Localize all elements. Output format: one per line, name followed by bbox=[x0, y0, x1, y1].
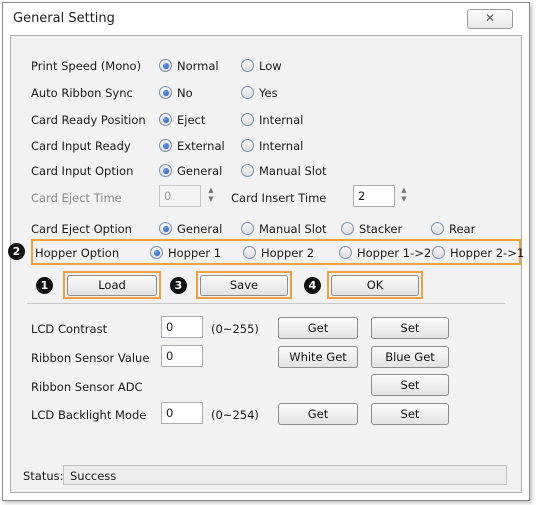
white-get-button[interactable]: White Get bbox=[278, 346, 358, 368]
radio-icon bbox=[243, 246, 256, 259]
ribbon-sensor-value-input[interactable]: 0 bbox=[161, 345, 203, 367]
spin-up-icon: ▲ bbox=[401, 186, 407, 194]
card-eject-time-spinner[interactable]: ▲ ▼ bbox=[204, 186, 218, 206]
card-input-external-radio[interactable]: External bbox=[159, 139, 225, 153]
card-input-ready-label: Card Input Ready bbox=[31, 139, 131, 153]
radio-icon bbox=[241, 139, 254, 152]
ok-button[interactable]: OK bbox=[331, 275, 419, 296]
radio-selected-icon bbox=[150, 246, 163, 259]
lcd-backlight-mode-label: LCD Backlight Mode bbox=[31, 408, 147, 422]
card-input-internal-radio[interactable]: Internal bbox=[241, 139, 303, 153]
card-eject-time-label: Card Eject Time bbox=[31, 191, 122, 205]
ribbon-sensor-adc-label: Ribbon Sensor ADC bbox=[31, 380, 143, 394]
close-button[interactable]: ✕ bbox=[467, 9, 513, 29]
radio-selected-icon bbox=[159, 59, 172, 72]
print-speed-low-radio[interactable]: Low bbox=[241, 59, 282, 73]
auto-ribbon-sync-no-radio[interactable]: No bbox=[159, 86, 193, 100]
print-speed-label: Print Speed (Mono) bbox=[31, 59, 142, 73]
card-eject-manual-slot-radio[interactable]: Manual Slot bbox=[241, 222, 326, 236]
hopper-badge: 2 bbox=[8, 243, 25, 260]
lcd-backlight-get-button[interactable]: Get bbox=[278, 403, 358, 425]
card-eject-general-radio[interactable]: General bbox=[159, 222, 222, 236]
radio-icon bbox=[241, 113, 254, 126]
blue-get-button[interactable]: Blue Get bbox=[371, 346, 449, 368]
auto-ribbon-sync-label: Auto Ribbon Sync bbox=[31, 86, 133, 100]
ok-badge: 4 bbox=[304, 277, 321, 294]
lcd-backlight-set-button[interactable]: Set bbox=[371, 403, 449, 425]
card-eject-rear-radio[interactable]: Rear bbox=[431, 222, 475, 236]
status-label: Status: bbox=[23, 469, 64, 483]
ribbon-sensor-value-label: Ribbon Sensor Value bbox=[31, 351, 150, 365]
lcd-contrast-input[interactable]: 0 bbox=[161, 316, 203, 338]
load-button[interactable]: Load bbox=[67, 275, 157, 296]
ribbon-sensor-adc-set-button[interactable]: Set bbox=[371, 374, 449, 396]
title-bar: General Setting ✕ bbox=[3, 3, 529, 33]
hopper-option-label: Hopper Option bbox=[35, 246, 120, 260]
radio-selected-icon bbox=[159, 113, 172, 126]
general-setting-window: General Setting ✕ Print Speed (Mono) Nor… bbox=[2, 2, 530, 501]
status-field: Success bbox=[63, 465, 507, 485]
radio-icon bbox=[431, 222, 444, 235]
lcd-contrast-get-button[interactable]: Get bbox=[278, 317, 358, 339]
card-insert-time-spinner[interactable]: ▲ ▼ bbox=[397, 186, 411, 206]
window-title: General Setting bbox=[13, 11, 115, 26]
radio-icon bbox=[241, 222, 254, 235]
lcd-contrast-set-button[interactable]: Set bbox=[371, 317, 449, 339]
radio-selected-icon bbox=[159, 164, 172, 177]
radio-icon bbox=[241, 59, 254, 72]
card-ready-position-label: Card Ready Position bbox=[31, 113, 146, 127]
spin-up-icon: ▲ bbox=[208, 186, 214, 194]
card-ready-internal-radio[interactable]: Internal bbox=[241, 113, 303, 127]
card-ready-eject-radio[interactable]: Eject bbox=[159, 113, 205, 127]
hopper-2-to-1-radio[interactable]: Hopper 2->1 bbox=[432, 246, 524, 260]
close-icon: ✕ bbox=[484, 11, 496, 25]
status-value: Success bbox=[70, 469, 117, 483]
card-insert-time-input[interactable]: 2 bbox=[353, 185, 395, 207]
save-button[interactable]: Save bbox=[200, 275, 288, 296]
radio-icon bbox=[241, 164, 254, 177]
load-badge: 1 bbox=[36, 277, 53, 294]
card-eject-stacker-radio[interactable]: Stacker bbox=[341, 222, 402, 236]
lcd-contrast-label: LCD Contrast bbox=[31, 322, 108, 336]
save-badge: 3 bbox=[170, 277, 187, 294]
hopper-1-radio[interactable]: Hopper 1 bbox=[150, 246, 221, 260]
separator bbox=[27, 303, 505, 304]
card-eject-option-label: Card Eject Option bbox=[31, 222, 132, 236]
spin-down-icon: ▼ bbox=[208, 195, 214, 203]
radio-icon bbox=[341, 222, 354, 235]
settings-panel: Print Speed (Mono) Normal Low Auto Ribbo… bbox=[8, 35, 524, 493]
radio-selected-icon bbox=[159, 222, 172, 235]
radio-icon bbox=[241, 86, 254, 99]
card-eject-time-input[interactable]: 0 bbox=[159, 185, 201, 207]
card-insert-time-label: Card Insert Time bbox=[231, 191, 327, 205]
radio-selected-icon bbox=[159, 139, 172, 152]
radio-icon bbox=[339, 246, 352, 259]
lcd-backlight-mode-input[interactable]: 0 bbox=[161, 402, 203, 424]
card-input-option-label: Card Input Option bbox=[31, 164, 134, 178]
card-input-general-radio[interactable]: General bbox=[159, 164, 222, 178]
lcd-contrast-range: (0~255) bbox=[211, 322, 259, 336]
hopper-1-to-2-radio[interactable]: Hopper 1->2 bbox=[339, 246, 431, 260]
hopper-2-radio[interactable]: Hopper 2 bbox=[243, 246, 314, 260]
radio-icon bbox=[432, 246, 445, 259]
card-input-manual-slot-radio[interactable]: Manual Slot bbox=[241, 164, 326, 178]
spin-down-icon: ▼ bbox=[401, 195, 407, 203]
auto-ribbon-sync-yes-radio[interactable]: Yes bbox=[241, 86, 278, 100]
lcd-backlight-range: (0~254) bbox=[211, 408, 259, 422]
print-speed-normal-radio[interactable]: Normal bbox=[159, 59, 219, 73]
radio-selected-icon bbox=[159, 86, 172, 99]
